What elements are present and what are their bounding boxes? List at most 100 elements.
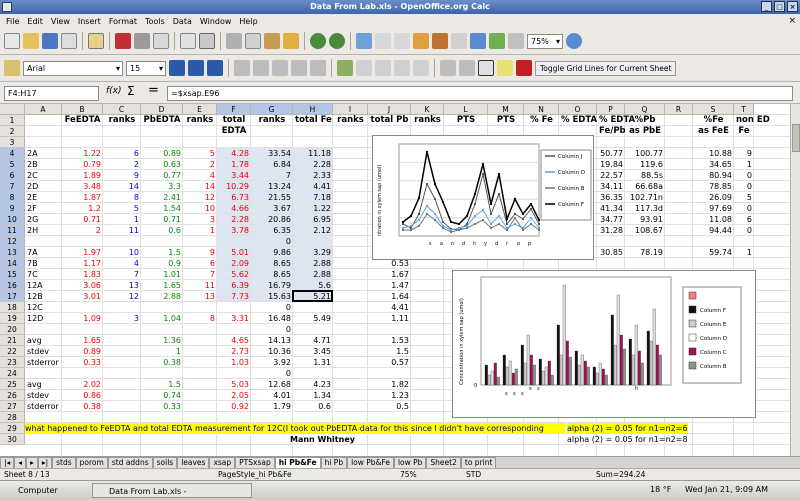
cell[interactable]: 2 [105,159,139,170]
tab-nav-last[interactable]: ▸| [37,457,53,468]
cell[interactable]: 16.48 [253,313,291,324]
cell[interactable]: 4.66 [219,203,249,214]
cell[interactable]: 1.79 [253,401,291,412]
cell[interactable]: 0.38 [64,401,101,412]
cell[interactable]: 11 [105,225,139,236]
cell[interactable]: as PbE [627,126,663,137]
sheet-tab[interactable]: xsap [209,457,236,468]
cell[interactable]: 4.41 [370,302,409,313]
paste-icon[interactable] [264,33,280,49]
cell[interactable]: 0.5 [370,401,409,412]
cell[interactable]: % EDTA [599,115,635,126]
column-header[interactable]: P [597,104,625,115]
autospellcheck-icon[interactable] [199,33,215,49]
cell[interactable]: 6.73 [219,192,249,203]
cell[interactable]: 1 [736,247,752,258]
column-header[interactable]: S [693,104,734,115]
cell[interactable]: 34.65 [695,159,732,170]
cell[interactable]: 2.09 [219,258,249,269]
cell[interactable]: 4.65 [219,335,249,346]
column-header[interactable]: Q [625,104,665,115]
cell[interactable]: 6 [185,258,215,269]
sheet-tab[interactable]: stds [52,457,76,468]
cell[interactable]: 1 [736,159,752,170]
clock[interactable]: Wed Jan 21, 9:09 AM [685,485,768,494]
cell[interactable]: 8 [185,313,215,324]
cell[interactable]: 10.88 [695,148,732,159]
column-header[interactable]: N [524,104,559,115]
align-right-icon[interactable] [272,60,288,76]
menu-data[interactable]: Data [169,17,196,26]
row-header[interactable]: 16 [0,280,25,291]
column-header[interactable]: B [62,104,103,115]
cell[interactable]: 7 [105,269,139,280]
cell[interactable]: 117.3d [627,203,663,214]
cell[interactable]: avg [27,335,60,346]
cell[interactable]: 2E [27,192,60,203]
cell[interactable]: total [219,115,249,126]
cell[interactable]: 1.78 [219,159,249,170]
function-icon[interactable]: = [148,83,159,98]
cell[interactable]: 33.54 [253,148,291,159]
cell[interactable]: %Pb [627,115,663,126]
cell[interactable]: 1.36 [143,335,181,346]
cell[interactable]: 1.2 [64,203,101,214]
menu-insert[interactable]: Insert [74,17,105,26]
cell[interactable]: 26.09 [695,192,732,203]
cell[interactable]: 50.77 [599,148,623,159]
cell[interactable]: 4.01 [253,390,291,401]
cell[interactable]: 1.53 [370,335,409,346]
cell[interactable]: 41.34 [599,203,623,214]
edit-file-icon[interactable] [88,33,104,49]
cell[interactable]: PTS [446,115,486,126]
cell[interactable]: 9 [105,170,139,181]
draw-functions-icon[interactable] [432,33,448,49]
cell[interactable]: PbEDTA [143,115,181,126]
font-color-icon[interactable] [516,60,532,76]
cell[interactable]: 0.86 [64,390,101,401]
cell[interactable]: 19.84 [599,159,623,170]
row-header[interactable]: 2 [0,126,25,137]
cell[interactable]: non ED [736,115,770,126]
cell[interactable]: 94.44 [695,225,732,236]
cell[interactable]: PTS [490,115,522,126]
column-header[interactable]: K [411,104,444,115]
help-icon[interactable] [566,33,582,49]
maximize-button[interactable]: □ [774,1,785,12]
cell[interactable]: 0 [253,236,291,247]
cell[interactable]: 0 [253,324,291,335]
cell[interactable]: 6 [105,148,139,159]
cell[interactable]: 7B [27,258,60,269]
cell[interactable]: 1.5 [143,379,181,390]
row-header[interactable]: 17 [0,291,25,302]
row-header[interactable]: 15 [0,269,25,280]
cell[interactable]: 2.73 [219,346,249,357]
row-header[interactable]: 10 [0,214,25,225]
row-header[interactable]: 8 [0,192,25,203]
cell[interactable]: 1.64 [370,291,409,302]
cell[interactable]: ranks [335,115,366,126]
cell[interactable]: 100.77 [627,148,663,159]
cell[interactable]: 10.29 [219,181,249,192]
cell[interactable]: 3.29 [295,247,331,258]
cell[interactable]: 2.05 [219,390,249,401]
font-size-select[interactable]: 15 [126,60,166,76]
cell[interactable]: 5.62 [219,269,249,280]
cell[interactable]: 119.6 [627,159,663,170]
cell[interactable]: 4.28 [219,148,249,159]
select-all-corner[interactable] [0,104,25,115]
cell[interactable]: 97.69 [695,203,732,214]
cell[interactable]: 12 [105,291,139,302]
sort-descending-icon[interactable] [394,33,410,49]
justify-icon[interactable] [291,60,307,76]
row-header[interactable]: 30 [0,434,25,445]
cell[interactable]: 1.5 [370,346,409,357]
cell[interactable]: 1.47 [370,280,409,291]
cell[interactable]: 66.68a [627,181,663,192]
cell[interactable]: 10 [185,203,215,214]
cell[interactable]: 5.03 [219,379,249,390]
cell[interactable]: 0 [736,225,752,236]
cell[interactable]: 7.73 [219,291,249,302]
cell[interactable]: 7 [253,170,291,181]
export-pdf-icon[interactable] [115,33,131,49]
